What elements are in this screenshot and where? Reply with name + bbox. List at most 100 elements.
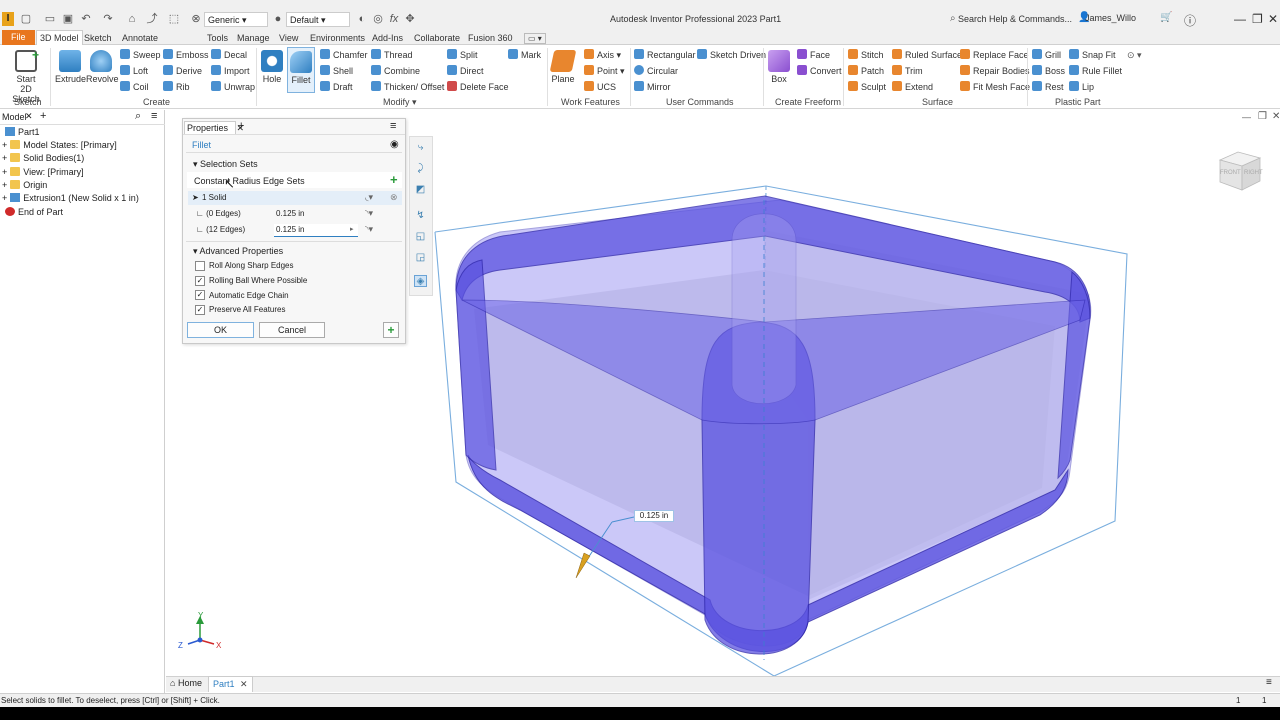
browser-title[interactable]: Model xyxy=(2,112,27,122)
tab-overflow-button[interactable]: ▭ ▾ xyxy=(524,33,546,44)
draft-button[interactable]: Draft xyxy=(320,81,353,93)
setback-fillet-icon[interactable]: ◩ xyxy=(414,184,427,196)
adjust-icon[interactable]: ◐ xyxy=(356,13,368,25)
new-file-icon[interactable]: ▢ xyxy=(20,13,32,25)
edge-row-2-radius-input[interactable]: 0.125 in xyxy=(274,224,358,237)
appearance-dropdown[interactable]: Default ▾ xyxy=(286,12,350,27)
redo-icon[interactable]: ↷ xyxy=(102,13,114,25)
thread-button[interactable]: Thread xyxy=(371,49,413,61)
material-dropdown[interactable]: Generic ▾ xyxy=(204,12,268,27)
automatic-edge-chain-checkbox[interactable]: ✓ xyxy=(195,290,205,300)
properties-add-tab-icon[interactable]: + xyxy=(238,120,244,132)
tab-3d-model[interactable]: 3D Model xyxy=(36,30,83,45)
edge-row-2-label[interactable]: ∟ (12 Edges) xyxy=(196,225,245,234)
panel-modify-label[interactable]: Modify ▾ xyxy=(383,97,417,108)
repair-bodies-button[interactable]: Repair Bodies xyxy=(960,65,1030,77)
solid-fillet-shape-icon[interactable]: ◟▾ xyxy=(365,192,373,203)
tree-item-origin[interactable]: + Origin xyxy=(2,179,47,192)
extrude-button[interactable]: Extrude xyxy=(55,50,86,84)
return-icon[interactable]: ⤴ xyxy=(146,13,158,25)
tree-item-model-states[interactable]: + Model States: [Primary] xyxy=(2,139,117,152)
patch-button[interactable]: Patch xyxy=(848,65,884,77)
add-edge-set-icon[interactable]: + xyxy=(390,172,398,187)
face-fillet-icon[interactable]: ◱ xyxy=(414,231,427,243)
combine-button[interactable]: Combine xyxy=(371,65,420,77)
browser-add-icon[interactable]: + xyxy=(40,110,46,122)
tab-annotate[interactable]: Annotate xyxy=(119,32,161,45)
fillet-button[interactable]: Fillet xyxy=(287,47,315,93)
viewport-close-icon[interactable]: ✕ xyxy=(1272,111,1280,122)
tree-item-extrusion[interactable]: + Extrusion1 (New Solid x 1 in) xyxy=(2,192,139,205)
tab-file[interactable]: File xyxy=(2,30,35,45)
thicken-offset-button[interactable]: Thicken/ Offset xyxy=(371,81,444,93)
preserve-all-features-checkbox[interactable]: ✓ xyxy=(195,305,205,315)
tab-tools[interactable]: Tools xyxy=(204,32,231,45)
replace-face-button[interactable]: Replace Face xyxy=(960,49,1029,61)
boss-button[interactable]: Boss xyxy=(1032,65,1065,77)
extend-button[interactable]: Extend xyxy=(892,81,933,93)
shell-button[interactable]: Shell xyxy=(320,65,353,77)
hole-button[interactable]: Hole xyxy=(260,50,284,84)
select-icon[interactable]: ⬚ xyxy=(168,13,180,25)
viewport-minimize-icon[interactable]: — xyxy=(1242,112,1251,122)
feature-name[interactable]: Fillet xyxy=(192,140,211,150)
coil-button[interactable]: Coil xyxy=(120,81,149,93)
stitch-button[interactable]: Stitch xyxy=(848,49,884,61)
circular-pattern-button[interactable]: Circular xyxy=(634,65,678,77)
ruled-surface-button[interactable]: Ruled Surface xyxy=(892,49,962,61)
solid-remove-icon[interactable]: ⊗ xyxy=(390,192,398,203)
radius-dimension-input[interactable]: 0.125 in xyxy=(634,510,674,522)
tree-item-part[interactable]: Part1 xyxy=(2,126,40,139)
sweep-button[interactable]: Sweep xyxy=(120,49,161,61)
tree-item-end-of-part[interactable]: End of Part xyxy=(2,206,63,219)
edge-fillet-icon[interactable]: ↯ xyxy=(414,210,427,222)
clear-icon[interactable]: ◎ xyxy=(372,13,384,25)
view-cube[interactable]: FRONT RIGHT xyxy=(1216,148,1264,192)
tab-add-ins[interactable]: Add-Ins xyxy=(369,32,406,45)
full-round-fillet-icon[interactable]: ◲ xyxy=(414,252,427,264)
part1-tab-close-icon[interactable]: ✕ xyxy=(240,679,248,689)
cancel-button[interactable]: Cancel xyxy=(259,322,325,338)
inventor-logo-icon[interactable]: I xyxy=(2,12,14,26)
visibility-eye-icon[interactable]: ◉ xyxy=(390,139,399,150)
open-folder-icon[interactable]: ▭ xyxy=(44,13,56,25)
lip-button[interactable]: Lip xyxy=(1069,81,1094,93)
tab-sketch[interactable]: Sketch xyxy=(81,32,115,45)
trim-button[interactable]: Trim xyxy=(892,65,923,77)
advanced-properties-header[interactable]: ▾ Advanced Properties xyxy=(193,246,283,257)
tab-environments[interactable]: Environments xyxy=(307,32,368,45)
save-icon[interactable]: ▣ xyxy=(62,13,74,25)
direct-button[interactable]: Direct xyxy=(447,65,484,77)
tab-list-icon[interactable]: ≡ xyxy=(1266,677,1272,688)
home-icon[interactable]: ⌂ xyxy=(126,13,138,25)
decal-button[interactable]: Decal xyxy=(211,49,247,61)
minimize-icon[interactable]: — xyxy=(1234,12,1246,26)
freeform-box-button[interactable]: Box xyxy=(767,50,791,84)
rule-fillet-button[interactable]: Rule Fillet xyxy=(1069,65,1122,77)
browser-close-icon[interactable]: ✕ xyxy=(25,111,33,122)
viewport-restore-icon[interactable]: ❐ xyxy=(1258,111,1267,122)
edge-row-2-shape-icon[interactable]: ◝▾ xyxy=(365,224,373,235)
tab-view[interactable]: View xyxy=(276,32,301,45)
edge-row-1-radius-input[interactable]: 0.125 in xyxy=(274,208,354,221)
rest-button[interactable]: Rest xyxy=(1032,81,1064,93)
ribbon-options-icon[interactable]: ⊙ ▾ xyxy=(1127,49,1142,61)
properties-tab[interactable]: Properties ✕ xyxy=(184,121,244,134)
freeform-face-button[interactable]: Face xyxy=(797,49,830,61)
sculpt-button[interactable]: Sculpt xyxy=(848,81,886,93)
undo-icon[interactable]: ↶ xyxy=(80,13,92,25)
revolve-button[interactable]: Revolve xyxy=(86,50,119,84)
start-2d-sketch-button[interactable]: + Start 2D Sketch xyxy=(6,48,46,104)
edge-row-2-dropdown-icon[interactable]: ▸ xyxy=(350,225,354,233)
mark-button[interactable]: Mark xyxy=(508,49,541,61)
apply-add-button[interactable]: + xyxy=(383,322,399,338)
sketch-driven-pattern-button[interactable]: Sketch Driven xyxy=(697,49,766,61)
roll-along-sharp-edges-checkbox[interactable] xyxy=(195,261,205,271)
delete-face-button[interactable]: Delete Face xyxy=(447,81,509,93)
derive-button[interactable]: Derive xyxy=(163,65,202,77)
close-icon[interactable]: ✕ xyxy=(1268,12,1278,26)
browser-menu-icon[interactable]: ≡ xyxy=(151,110,157,122)
import-button[interactable]: Import xyxy=(211,65,250,77)
tab-manage[interactable]: Manage xyxy=(234,32,273,45)
search-input[interactable]: Search Help & Commands... xyxy=(958,12,1076,28)
